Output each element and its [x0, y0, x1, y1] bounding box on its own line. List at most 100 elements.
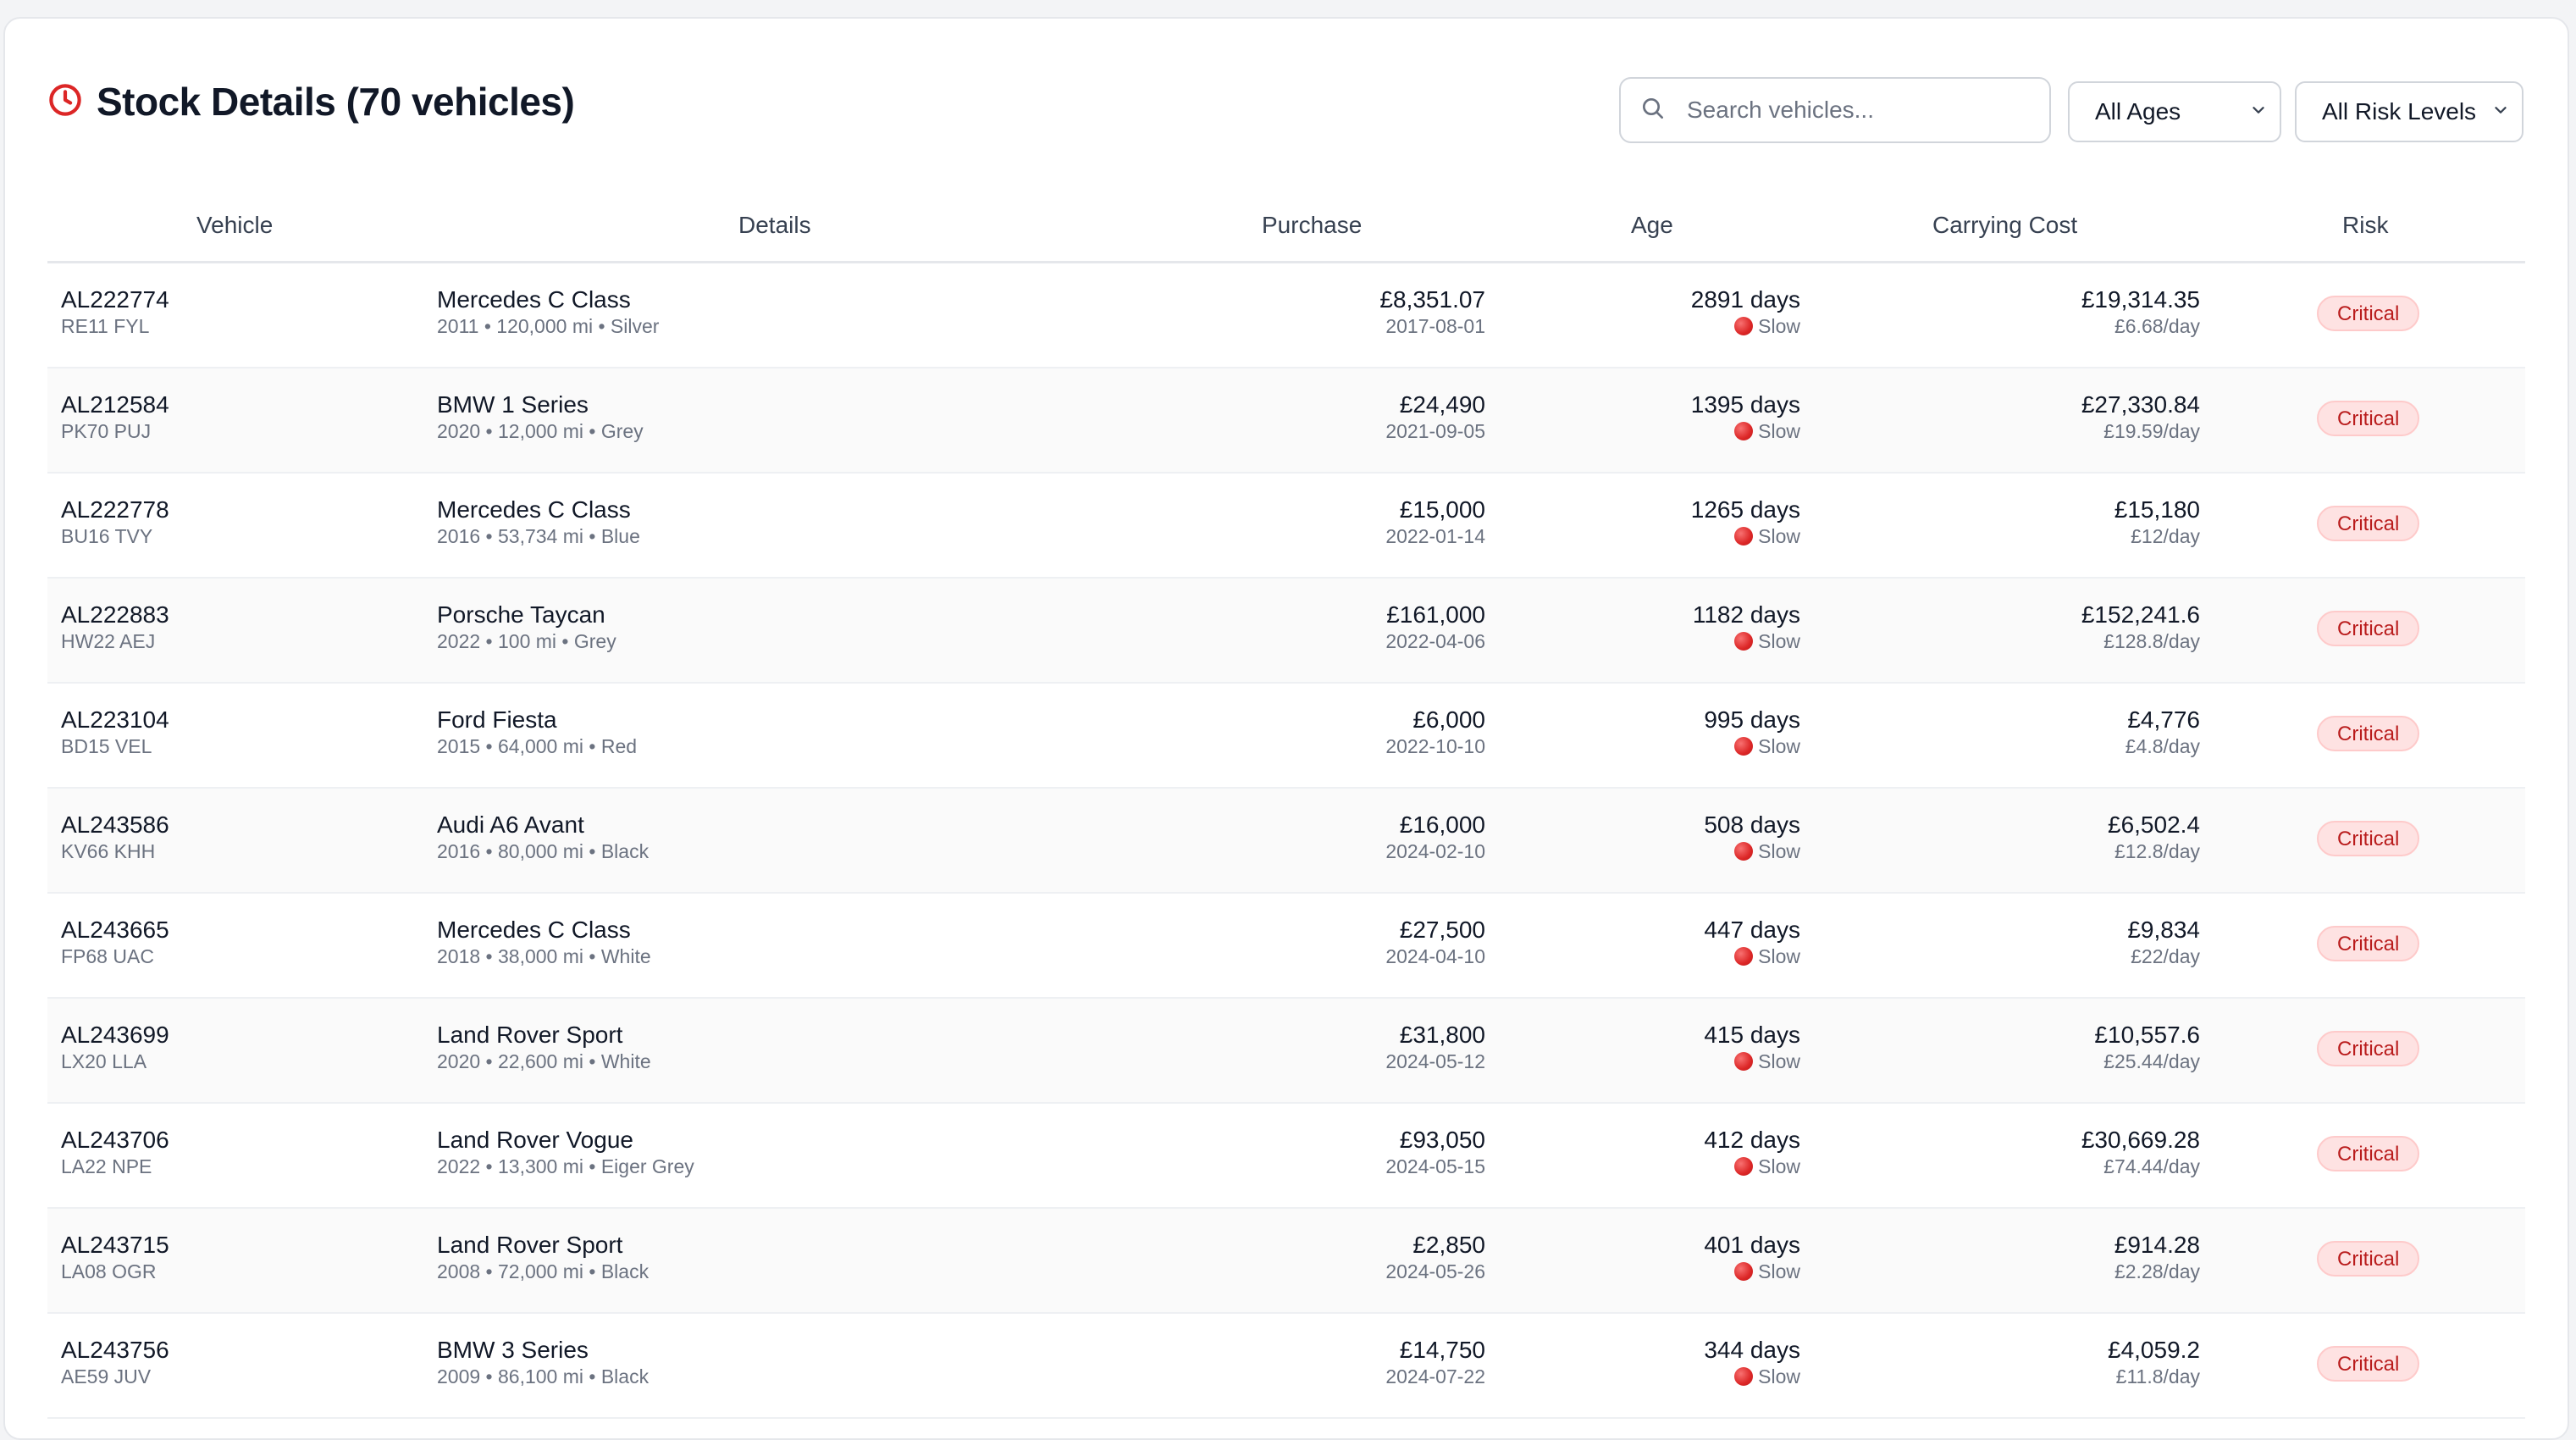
search-box[interactable]: [1619, 77, 2051, 143]
age-status-label: Slow: [1758, 1260, 1800, 1282]
purchase-cell: £15,000 2022-01-14: [1385, 496, 1485, 548]
age-status-label: Slow: [1758, 840, 1800, 862]
stock-age: 2891 days: [1690, 286, 1800, 313]
red-circle-icon: [1734, 842, 1754, 861]
vehicle-model: Mercedes C Class: [437, 496, 631, 523]
column-header-risk[interactable]: Risk: [2342, 212, 2388, 239]
vehicle-model: Land Rover Sport: [437, 1022, 623, 1048]
carrying-cost: £914.28: [2114, 1232, 2200, 1258]
purchase-date: 2022-01-14: [1385, 525, 1485, 547]
age-status-label: Slow: [1758, 735, 1800, 757]
purchase-cell: £8,351.07 2017-08-01: [1379, 285, 1485, 338]
purchase-cell: £27,500 2024-04-10: [1385, 916, 1485, 968]
details-cell: Mercedes C Class 2016 • 53,734 mi • Blue: [437, 496, 640, 548]
age-cell: 1395 days Slow: [1691, 390, 1800, 443]
carrying-cost: £9,834: [2127, 917, 2200, 943]
stock-age: 401 days: [1704, 1232, 1800, 1258]
vehicle-model: Mercedes C Class: [437, 286, 631, 313]
table-row[interactable]: AL243586 KV66 KHH Audi A6 Avant 2016 • 8…: [47, 789, 2525, 894]
risk-badge: Critical: [2317, 716, 2420, 751]
table-row[interactable]: AL222774 RE11 FYL Mercedes C Class 2011 …: [47, 263, 2525, 368]
chevron-down-icon: [2249, 98, 2268, 125]
column-header-carrying-cost[interactable]: Carrying Cost: [1932, 212, 2077, 239]
purchase-price: £27,500: [1399, 917, 1485, 943]
age-status: Slow: [1704, 1155, 1800, 1178]
carrying-cost-cell: £10,557.6 £25.44/day: [2094, 1021, 2200, 1073]
table-row[interactable]: AL222778 BU16 TVY Mercedes C Class 2016 …: [47, 474, 2525, 579]
age-status: Slow: [1704, 1260, 1800, 1283]
cost-per-day: £19.59/day: [2103, 420, 2200, 442]
purchase-date: 2022-10-10: [1385, 735, 1485, 757]
table-row[interactable]: AL243715 LA08 OGR Land Rover Sport 2008 …: [47, 1209, 2525, 1314]
purchase-price: £8,351.07: [1379, 286, 1485, 313]
vehicle-cell: AL243756 AE59 JUV: [61, 1336, 169, 1388]
age-status-label: Slow: [1758, 1365, 1800, 1387]
stock-age: 412 days: [1704, 1127, 1800, 1153]
vehicle-specs: 2016 • 53,734 mi • Blue: [437, 525, 640, 547]
carrying-cost-cell: £9,834 £22/day: [2127, 916, 2200, 968]
cost-per-day: £22/day: [2131, 945, 2200, 967]
vehicle-registration: LA22 NPE: [61, 1155, 152, 1177]
cost-per-day: £128.8/day: [2103, 630, 2200, 652]
stock-age: 415 days: [1704, 1022, 1800, 1048]
stock-age: 1265 days: [1690, 496, 1800, 523]
carrying-cost-cell: £19,314.35 £6.68/day: [2081, 285, 2200, 338]
table-row[interactable]: AL212584 PK70 PUJ BMW 1 Series 2020 • 12…: [47, 368, 2525, 474]
vehicle-registration: HW22 AEJ: [61, 630, 156, 652]
age-cell: 1182 days Slow: [1693, 601, 1800, 653]
age-status: Slow: [1693, 629, 1800, 653]
table-row[interactable]: AL222883 HW22 AEJ Porsche Taycan 2022 • …: [47, 579, 2525, 684]
age-filter-select[interactable]: All Ages: [2068, 81, 2281, 142]
vehicle-id: AL243715: [61, 1232, 169, 1258]
vehicle-specs: 2020 • 12,000 mi • Grey: [437, 420, 644, 442]
vehicle-cell: AL212584 PK70 PUJ: [61, 390, 169, 443]
vehicle-model: Porsche Taycan: [437, 601, 605, 628]
age-cell: 344 days Slow: [1704, 1336, 1800, 1388]
table-row[interactable]: AL223104 BD15 VEL Ford Fiesta 2015 • 64,…: [47, 684, 2525, 789]
risk-badge: Critical: [2317, 1346, 2420, 1382]
column-header-purchase[interactable]: Purchase: [1262, 212, 1362, 239]
carrying-cost-cell: £27,330.84 £19.59/day: [2081, 390, 2200, 443]
vehicle-cell: AL243715 LA08 OGR: [61, 1231, 169, 1283]
details-cell: Audi A6 Avant 2016 • 80,000 mi • Black: [437, 811, 649, 863]
table-row[interactable]: AL243756 AE59 JUV BMW 3 Series 2009 • 86…: [47, 1314, 2525, 1419]
risk-badge: Critical: [2317, 506, 2420, 541]
purchase-date: 2024-05-12: [1385, 1050, 1485, 1072]
red-circle-icon: [1734, 422, 1754, 440]
red-circle-icon: [1734, 947, 1754, 966]
age-status-label: Slow: [1758, 945, 1800, 967]
vehicle-id: AL243699: [61, 1022, 169, 1048]
column-header-vehicle[interactable]: Vehicle: [196, 212, 273, 239]
risk-filter-select[interactable]: All Risk Levels: [2295, 81, 2523, 142]
risk-filter-value: All Risk Levels: [2322, 98, 2477, 125]
table-row[interactable]: AL243706 LA22 NPE Land Rover Vogue 2022 …: [47, 1104, 2525, 1209]
table-row[interactable]: AL243699 LX20 LLA Land Rover Sport 2020 …: [47, 999, 2525, 1104]
column-header-details[interactable]: Details: [738, 212, 811, 239]
red-circle-icon: [1734, 1052, 1754, 1071]
table-row[interactable]: AL243665 FP68 UAC Mercedes C Class 2018 …: [47, 894, 2525, 999]
vehicle-specs: 2008 • 72,000 mi • Black: [437, 1260, 650, 1282]
red-circle-icon: [1734, 1262, 1754, 1281]
age-filter-value: All Ages: [2095, 98, 2181, 125]
vehicle-registration: LX20 LLA: [61, 1050, 147, 1072]
stock-age: 447 days: [1704, 917, 1800, 943]
purchase-date: 2022-04-06: [1385, 630, 1485, 652]
purchase-cell: £14,750 2024-07-22: [1385, 1336, 1485, 1388]
purchase-cell: £2,850 2024-05-26: [1385, 1231, 1485, 1283]
column-header-age[interactable]: Age: [1631, 212, 1673, 239]
age-status-label: Slow: [1758, 630, 1800, 652]
vehicle-specs: 2009 • 86,100 mi • Black: [437, 1365, 650, 1387]
purchase-price: £14,750: [1399, 1337, 1485, 1363]
vehicle-id: AL243665: [61, 917, 169, 943]
details-cell: Ford Fiesta 2015 • 64,000 mi • Red: [437, 706, 637, 758]
carrying-cost: £15,180: [2114, 496, 2200, 523]
vehicle-registration: KV66 KHH: [61, 840, 156, 862]
vehicle-cell: AL243665 FP68 UAC: [61, 916, 169, 968]
vehicle-model: BMW 3 Series: [437, 1337, 589, 1363]
purchase-price: £31,800: [1399, 1022, 1485, 1048]
vehicle-cell: AL243699 LX20 LLA: [61, 1021, 169, 1073]
risk-badge: Critical: [2317, 296, 2420, 331]
risk-badge: Critical: [2317, 611, 2420, 646]
search-input[interactable]: [1685, 96, 2049, 125]
stock-age: 1395 days: [1690, 391, 1800, 418]
